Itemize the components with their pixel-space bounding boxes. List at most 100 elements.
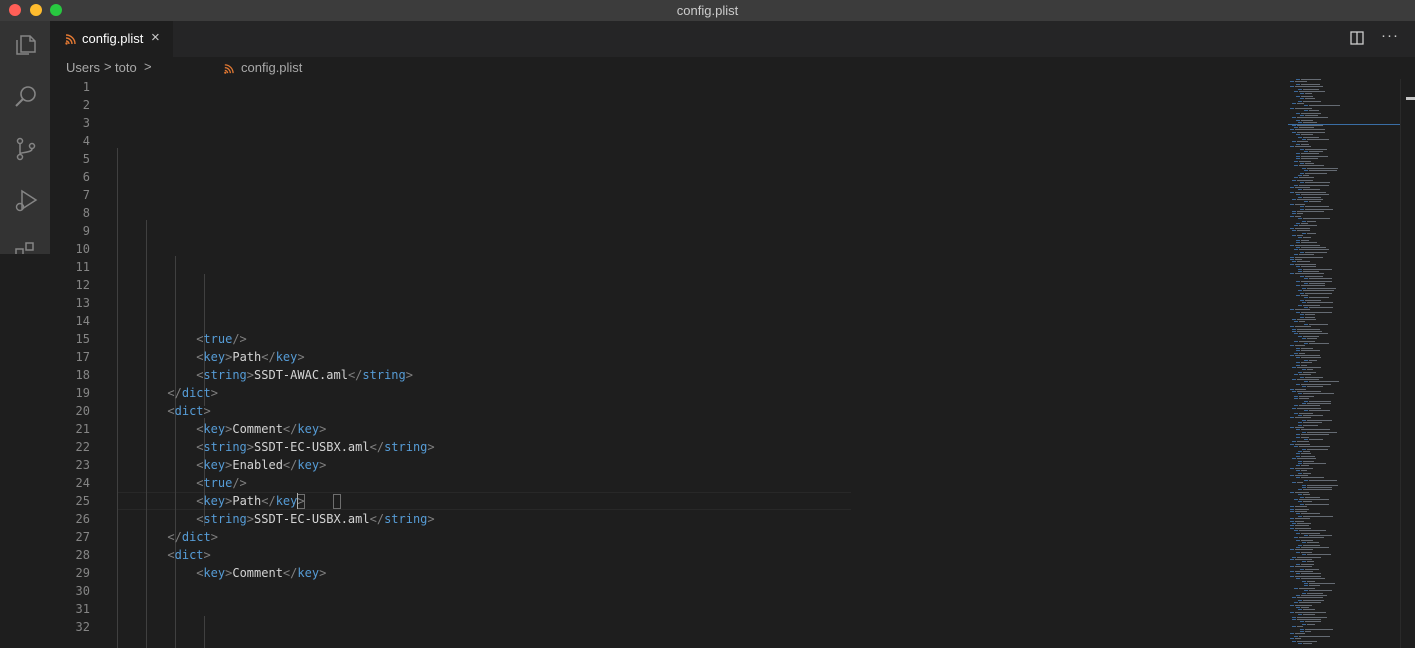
search-icon[interactable] [13,84,39,110]
tag-name: key [275,350,298,364]
minimap-line [1305,503,1329,505]
scrollbar-thumb[interactable] [1406,97,1415,100]
minimap-line [1299,412,1313,414]
minimap-line [1294,395,1298,397]
minimap-line [1296,434,1300,436]
minimap-line [1295,525,1309,527]
minimap-line [1295,520,1304,522]
breadcrumb-item-toto[interactable]: toto [115,60,137,75]
minimap-line [1290,256,1294,258]
line-number: 8 [82,206,90,220]
minimap-line [1305,316,1315,318]
tag-name: dict [181,386,211,400]
minimap-line [1300,251,1304,253]
close-icon[interactable]: × [151,30,160,46]
minimap-line [1294,374,1298,376]
minimap-line [1300,206,1304,208]
minimap-line [1302,232,1306,234]
minimap-line [1298,175,1302,176]
minimap-line [1295,227,1310,229]
tag-bracket: > [319,458,327,472]
minimap-line [1302,592,1306,594]
minimap-line [1294,333,1298,335]
tag-bracket: > [203,404,211,418]
minimap-line [1292,616,1296,618]
code-line: <string>SSDT-EC-USBX.aml</string> [196,510,434,528]
minimap-line [1299,635,1330,637]
minimap-line [1298,304,1302,306]
minimap-line [1309,151,1323,152]
minimap-line [1298,271,1302,272]
line-number: 9 [82,224,90,238]
tag-bracket: > [319,566,327,580]
minimap-line [1299,374,1311,376]
minimap-line [1301,465,1309,467]
minimap-line [1301,513,1320,515]
tab-config-plist[interactable]: config.plist × [50,21,173,57]
minimap-line [1296,578,1300,580]
title-bar: config.plist [0,0,1415,21]
minimap-line [1296,134,1300,136]
minimap-line [1297,117,1328,119]
minimap-line [1301,563,1314,565]
minimap-line [1292,179,1296,181]
minimap-line [1309,583,1335,584]
minimap-line [1301,119,1313,121]
minimap-line [1301,134,1313,136]
minimap-line [1301,436,1309,438]
minimap-line [1296,83,1300,85]
source-control-icon[interactable] [13,136,39,162]
minimap-line [1301,266,1316,268]
breadcrumb-item-config-plist[interactable]: config.plist [241,60,302,75]
minimap-line [1292,199,1296,200]
minimap-line [1300,115,1304,116]
tag-content: Comment [232,422,283,436]
minimap-line [1299,587,1315,589]
vertical-scrollbar[interactable] [1400,79,1415,648]
tag-bracket: /> [232,476,247,490]
minimap-line [1303,88,1319,90]
minimap-line [1292,117,1296,119]
files-icon[interactable] [13,32,39,58]
minimap-line [1304,410,1308,412]
minimap-line [1290,191,1294,193]
minimap-line [1309,343,1329,344]
split-editor-icon[interactable] [1350,31,1364,45]
minimap-line [1299,352,1305,354]
minimap-line [1309,381,1339,383]
minimap-line [1303,643,1312,644]
minimap-line [1292,235,1296,236]
tag-bracket: </ [282,566,298,580]
minimap-line [1298,614,1302,616]
minimap-line [1304,583,1308,584]
tag-name: string [384,440,428,454]
minimap-line [1302,403,1306,404]
minimap-line [1303,415,1323,416]
code-editor[interactable]: 1 2 3 4 5 6 7 8 9 10 11 12 13 14 15 17 18 19 20 21 22 23 24 25 2… [50,79,1415,648]
more-actions-icon[interactable]: ··· [1381,27,1399,44]
minimap-line [1301,95,1313,97]
minimap-line [1296,347,1300,349]
minimap-line [1294,398,1298,400]
minimap-line [1290,518,1294,520]
minimap-line [1307,554,1331,556]
line-number: 28 [75,548,90,562]
minimap-line [1295,244,1320,246]
minimap-line [1301,158,1318,160]
minimap-line [1296,223,1300,224]
minimap-line [1297,616,1327,618]
breadcrumb-item-users[interactable]: Users [66,60,100,75]
minimap-line [1295,388,1306,390]
minimap-line [1295,575,1321,577]
minimap-line [1298,472,1302,474]
minimap-line [1295,326,1311,328]
run-debug-icon[interactable] [13,188,39,214]
minimap-viewport-marker [1288,124,1400,125]
tag-bracket: > [246,368,255,382]
minimap-line [1301,285,1325,287]
minimap-line [1294,446,1298,448]
minimap-line [1290,549,1294,551]
minimap[interactable] [1288,79,1400,648]
minimap-line [1301,532,1320,534]
minimap-line [1298,460,1302,462]
